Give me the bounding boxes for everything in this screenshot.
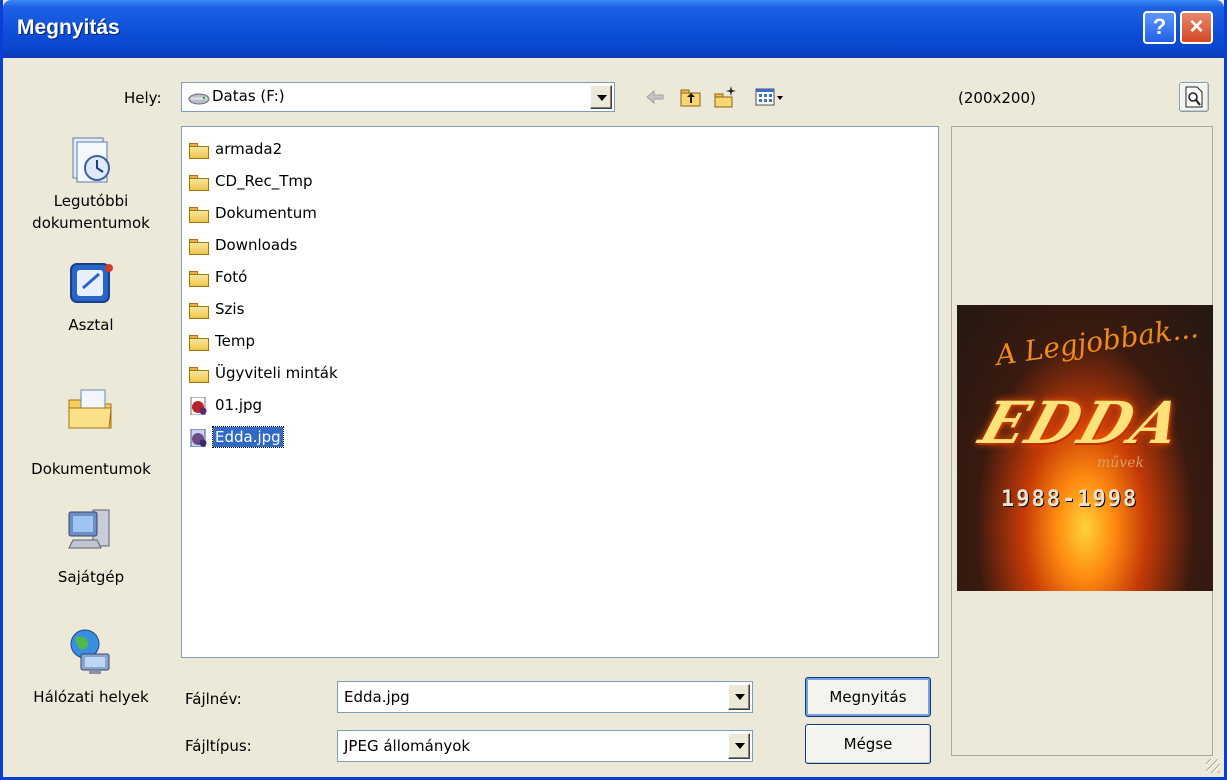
folder-icon (188, 205, 210, 223)
file-name: Temp (215, 332, 255, 350)
file-name: 01.jpg (215, 396, 263, 414)
my-documents-icon (68, 389, 112, 429)
folder-icon (188, 333, 210, 351)
view-menu-icon[interactable] (753, 85, 785, 109)
preview-size-label: (200x200) (958, 89, 1036, 107)
location-combo[interactable]: Datas (F:) (181, 82, 615, 112)
filetype-label: Fájltípus: (185, 737, 252, 755)
location-dropdown-button[interactable] (590, 85, 612, 109)
jpeg-file-icon (190, 429, 207, 447)
file-name: CD_Rec_Tmp (215, 172, 313, 190)
preview-page-icon (1185, 86, 1203, 108)
places-bar: Legutóbbi dokumentumok Asztal Dokumentum… (11, 126, 171, 726)
place-computer-label: Sajátgép (57, 568, 125, 586)
recent-documents-icon (72, 137, 110, 183)
file-name: Szis (215, 300, 245, 318)
file-name: Ügyviteli minták (215, 364, 338, 382)
place-desktop[interactable]: Asztal (11, 258, 171, 336)
back-arrow-icon[interactable] (643, 85, 667, 109)
preview-panel: A Legjobbak... EDDA művek 1988-1998 (951, 126, 1213, 756)
place-desktop-label: Asztal (68, 316, 114, 334)
filename-value: Edda.jpg (344, 688, 410, 706)
desktop-icon (70, 263, 113, 303)
drive-icon (188, 93, 210, 105)
folder-icon (188, 301, 210, 319)
filename-dropdown-button[interactable] (728, 684, 750, 710)
place-recent-label: Legutóbbi dokumentumok (32, 192, 150, 232)
jpeg-file-icon (190, 397, 207, 415)
preview-toggle-button[interactable] (1179, 82, 1209, 112)
filename-label: Fájlnév: (185, 690, 242, 708)
network-places-icon (70, 629, 110, 674)
place-recent[interactable]: Legutóbbi dokumentumok (11, 134, 171, 234)
preview-image-script: A Legjobbak... (993, 310, 1201, 373)
open-file-dialog: Megnyitás ? × Hely: Datas (F:) (200x200)… (0, 0, 1227, 780)
help-button[interactable]: ? (1143, 11, 1176, 44)
new-folder-icon[interactable] (713, 85, 737, 109)
my-computer-icon (68, 509, 110, 549)
preview-image-sub: művek (1097, 455, 1144, 471)
file-name: Edda.jpg (212, 426, 284, 448)
folder-icon (188, 237, 210, 255)
title-bar[interactable]: Megnyitás ? × (3, 0, 1224, 58)
open-button[interactable]: Megnyitás (805, 677, 931, 717)
filetype-dropdown-button[interactable] (728, 733, 750, 759)
folder-icon (188, 365, 210, 383)
folder-icon (188, 269, 210, 287)
place-network[interactable]: Hálózati helyek (11, 626, 171, 708)
up-folder-icon[interactable] (679, 85, 703, 109)
resize-grip[interactable] (1206, 759, 1220, 773)
filetype-value: JPEG állományok (344, 737, 471, 755)
folder-icon (188, 173, 210, 191)
filetype-combo[interactable]: JPEG állományok (337, 730, 753, 762)
file-name: Downloads (215, 236, 298, 254)
file-name: Dokumentum (215, 204, 317, 222)
location-label-text: Hely: (124, 89, 162, 107)
filename-combo[interactable]: Edda.jpg (337, 681, 753, 713)
preview-image: A Legjobbak... EDDA művek 1988-1998 (957, 305, 1213, 591)
place-computer[interactable]: Sajátgép (11, 504, 171, 588)
window-title: Megnyitás (17, 16, 120, 39)
file-name: armada2 (215, 140, 283, 158)
place-network-label: Hálózati helyek (33, 688, 149, 706)
cancel-button[interactable]: Mégse (805, 724, 931, 764)
folder-icon (188, 141, 210, 159)
preview-image-logo: EDDA (971, 389, 1192, 457)
file-name: Fotó (215, 268, 248, 286)
place-documents[interactable]: Dokumentumok (11, 382, 171, 480)
file-list[interactable]: armada2 CD_Rec_Tmp Dokumentum Downloads … (181, 126, 939, 658)
preview-image-years: 1988-1998 (1001, 487, 1139, 512)
close-button[interactable]: × (1180, 11, 1213, 44)
location-value: Datas (F:) (212, 87, 285, 105)
place-documents-label: Dokumentumok (31, 460, 151, 478)
location-label: Hely: (124, 89, 162, 107)
